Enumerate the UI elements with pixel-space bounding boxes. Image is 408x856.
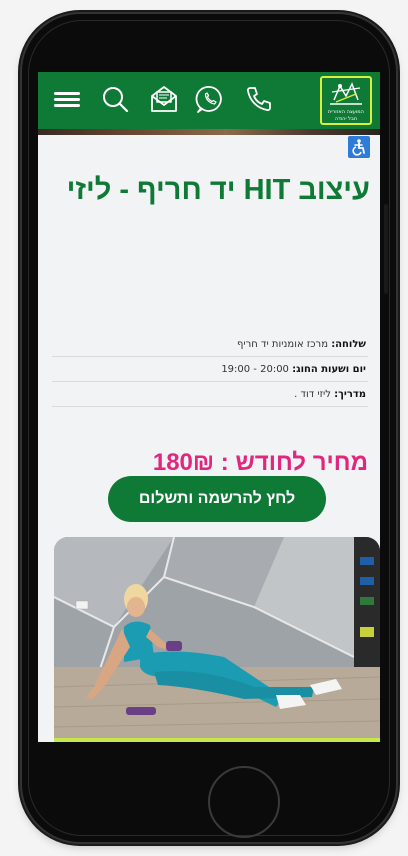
hamburger-menu-icon[interactable] — [54, 84, 80, 114]
search-icon[interactable] — [100, 84, 130, 114]
instructor-row: מדריך: ליזי דוד . — [52, 384, 368, 407]
whatsapp-icon[interactable] — [194, 84, 226, 114]
register-and-pay-button[interactable]: לחץ להרשמה ותשלום — [108, 476, 326, 522]
photo-accent-bar — [54, 738, 380, 742]
screen: המועצה האזורית חבל יהודה עיצוב HIT יד חר… — [38, 72, 380, 742]
instructor-photo — [54, 537, 380, 742]
schedule-label: יום ושעות החוג: — [292, 364, 366, 375]
home-button[interactable] — [208, 766, 280, 838]
branch-label: שלוחה: — [331, 339, 366, 350]
schedule-row: יום ושעות החוג: 19:00 - 20:00 — [52, 359, 368, 382]
instructor-value: ליזי דוד . — [294, 389, 331, 400]
schedule-value: 19:00 - 20:00 — [221, 364, 289, 375]
price-text: מחיר לחודש : 180₪ — [152, 449, 368, 476]
phone-icon[interactable] — [244, 84, 274, 114]
hero-image-strip — [38, 129, 380, 135]
site-logo[interactable]: המועצה האזורית חבל יהודה — [320, 76, 372, 125]
instructor-label: מדריך: — [334, 389, 366, 400]
mail-icon[interactable] — [148, 84, 180, 114]
branch-value: מרכז אומניות יד חריף — [237, 339, 328, 350]
accessibility-icon[interactable] — [348, 136, 370, 158]
power-button — [384, 204, 388, 294]
site-header: המועצה האזורית חבל יהודה — [38, 72, 380, 129]
course-details: שלוחה: מרכז אומניות יד חריף יום ושעות הח… — [52, 334, 368, 409]
page-title: עיצוב HIT יד חריף - ליזי — [66, 174, 370, 206]
logo-emblem-icon — [330, 82, 362, 105]
logo-text-line1: המועצה האזורית — [328, 109, 364, 115]
logo-text-line2: חבל יהודה — [334, 116, 358, 122]
branch-row: שלוחה: מרכז אומניות יד חריף — [52, 334, 368, 357]
